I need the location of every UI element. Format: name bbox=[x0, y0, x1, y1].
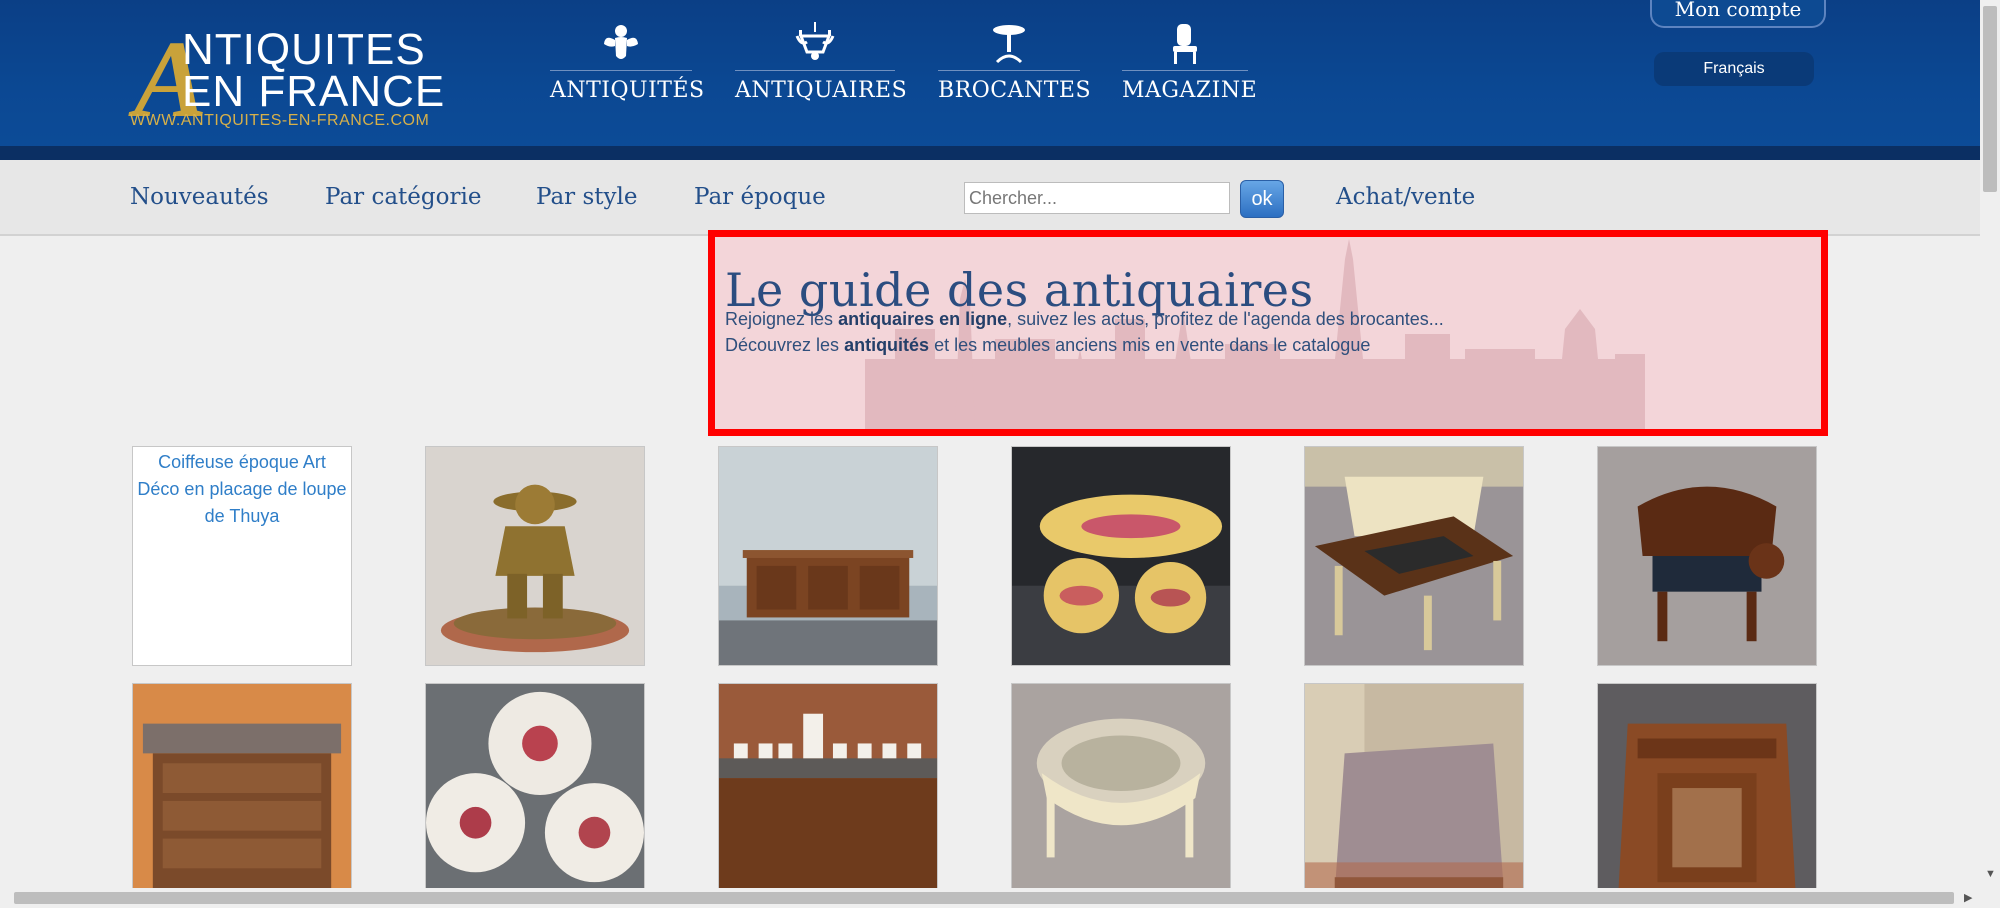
nav-label: ANTIQUITÉS bbox=[550, 78, 705, 103]
cherub-icon bbox=[604, 25, 638, 59]
product-tile[interactable] bbox=[718, 446, 938, 666]
product-tile[interactable] bbox=[1597, 446, 1817, 666]
site-logo[interactable]: A NTIQUITES EN FRANCE WWW.ANTIQUITES-EN-… bbox=[130, 22, 450, 134]
chair-icon bbox=[1173, 24, 1197, 64]
hero-line-2: Découvrez les antiquités et les meubles … bbox=[725, 335, 1370, 356]
subnav-par-epoque[interactable]: Par époque bbox=[694, 184, 826, 210]
nav-brocantes[interactable]: BROCANTES bbox=[938, 22, 1092, 112]
subnav-nouveautes[interactable]: Nouveautés bbox=[130, 184, 269, 210]
nav-label: ANTIQUAIRES bbox=[735, 78, 908, 103]
language-selector[interactable]: Français bbox=[1654, 52, 1814, 86]
scroll-right-arrow-icon[interactable]: ▶ bbox=[1964, 891, 1972, 904]
product-tile[interactable] bbox=[1304, 683, 1524, 903]
logo-url: WWW.ANTIQUITES-EN-FRANCE.COM bbox=[130, 112, 430, 129]
product-tile[interactable] bbox=[1597, 683, 1817, 903]
hero-line-1: Rejoignez les antiquaires en ligne, suiv… bbox=[725, 309, 1444, 330]
footstool-image bbox=[1012, 684, 1230, 902]
search-input[interactable] bbox=[964, 182, 1230, 214]
scrollbar-thumb[interactable] bbox=[14, 892, 1954, 904]
hero-text: Découvrez les bbox=[725, 335, 845, 355]
antiquaires-link[interactable]: antiquaires en ligne bbox=[838, 309, 1007, 329]
account-button[interactable]: Mon compte bbox=[1650, 0, 1826, 28]
nav-label: BROCANTES bbox=[938, 78, 1092, 103]
chandelier-icon bbox=[795, 22, 835, 60]
nav-magazine[interactable]: MAGAZINE bbox=[1122, 22, 1258, 112]
marble-commode-image bbox=[133, 684, 351, 902]
product-tile[interactable] bbox=[1011, 683, 1231, 903]
nav-label: MAGAZINE bbox=[1122, 78, 1258, 103]
hero-banner: Le guide des antiquaires Rejoignez les a… bbox=[708, 230, 1828, 436]
inlaid-cabinet-image bbox=[1598, 684, 1816, 902]
scrollbar-thumb[interactable] bbox=[1983, 6, 1997, 192]
sideboard-image bbox=[719, 447, 937, 665]
fish-plates-image bbox=[1012, 447, 1230, 665]
product-tile[interactable] bbox=[425, 683, 645, 903]
hero-text: , suivez les actus, profitez de l'agenda… bbox=[1007, 309, 1444, 329]
nav-rule bbox=[1122, 70, 1248, 71]
header-band bbox=[0, 146, 1980, 160]
armchair-image bbox=[1598, 447, 1816, 665]
site-header: A NTIQUITES EN FRANCE WWW.ANTIQUITES-EN-… bbox=[0, 0, 1980, 160]
logo-line-2: EN FRANCE bbox=[182, 67, 446, 116]
bronze-figure-image bbox=[426, 447, 644, 665]
search-ok-button[interactable]: ok bbox=[1240, 180, 1284, 218]
product-tile[interactable]: Coiffeuse époque Art Déco en placage de … bbox=[132, 446, 352, 666]
product-tile[interactable] bbox=[1304, 446, 1524, 666]
logo-line-1: NTIQUITES bbox=[182, 25, 426, 74]
subnav-achat-vente[interactable]: Achat/vente bbox=[1336, 184, 1475, 210]
nav-antiquites[interactable]: ANTIQUITÉS bbox=[550, 22, 705, 112]
product-tile[interactable] bbox=[132, 683, 352, 903]
horizontal-scrollbar[interactable]: ▶ bbox=[0, 888, 1980, 908]
product-tile[interactable] bbox=[718, 683, 938, 903]
scroll-down-arrow-icon[interactable]: ▼ bbox=[1985, 868, 1996, 880]
product-tile[interactable] bbox=[1011, 446, 1231, 666]
subnav-par-categorie[interactable]: Par catégorie bbox=[325, 184, 481, 210]
nav-rule bbox=[550, 70, 692, 71]
nav-rule bbox=[938, 70, 1080, 71]
product-tile[interactable] bbox=[425, 446, 645, 666]
sub-nav: Nouveautés Par catégorie Par style Par é… bbox=[0, 160, 1980, 236]
antiquites-link[interactable]: antiquités bbox=[844, 335, 929, 355]
porcelain-plates-image bbox=[426, 684, 644, 902]
table-icon bbox=[993, 25, 1025, 64]
nav-rule bbox=[735, 70, 895, 71]
hero-text: Rejoignez les bbox=[725, 309, 839, 329]
nav-antiquaires[interactable]: ANTIQUAIRES bbox=[735, 22, 908, 112]
marble-table-image bbox=[1305, 684, 1523, 902]
vertical-scrollbar[interactable]: ▼ bbox=[1980, 0, 2000, 908]
broken-image-alt[interactable]: Coiffeuse époque Art Déco en placage de … bbox=[133, 447, 351, 532]
hero-text: et les meubles anciens mis en vente dans… bbox=[929, 335, 1371, 355]
tea-set-cabinet-image bbox=[719, 684, 937, 902]
subnav-par-style[interactable]: Par style bbox=[536, 184, 637, 210]
game-table-image bbox=[1305, 447, 1523, 665]
